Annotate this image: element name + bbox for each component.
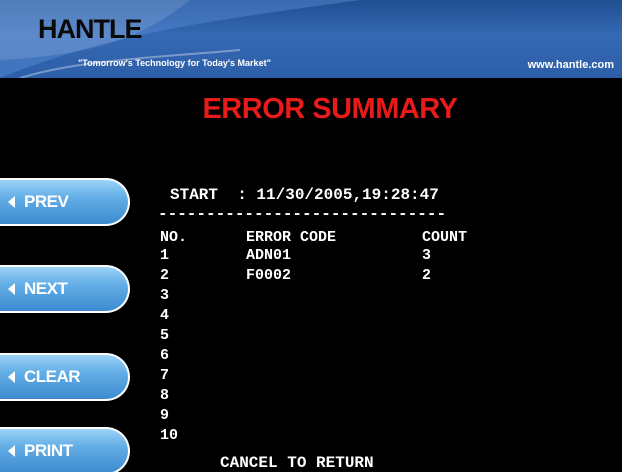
row-no: 7 bbox=[160, 367, 170, 384]
row-no: 10 bbox=[160, 427, 179, 444]
row-no: 4 bbox=[160, 307, 170, 324]
start-value: 11/30/2005,19:28:47 bbox=[256, 186, 439, 204]
report-divider: ------------------------------ bbox=[158, 205, 447, 223]
row-count: 3 bbox=[422, 247, 432, 264]
table-row: 8 bbox=[0, 387, 622, 406]
start-line: START : 11/30/2005,19:28:47 bbox=[170, 186, 439, 204]
row-no: 8 bbox=[160, 387, 170, 404]
row-no: 6 bbox=[160, 347, 170, 364]
arrow-left-icon bbox=[8, 196, 15, 208]
table-row: 5 bbox=[0, 327, 622, 346]
table-row: 7 bbox=[0, 367, 622, 386]
tagline: "Tomorrow's Technology for Today's Marke… bbox=[78, 58, 271, 68]
column-header-count: COUNT bbox=[422, 229, 468, 246]
table-row: 10 bbox=[0, 427, 622, 446]
row-no: 3 bbox=[160, 287, 170, 304]
table-row: 3 bbox=[0, 287, 622, 306]
header-banner: HANTLE "Tomorrow's Technology for Today'… bbox=[0, 0, 622, 78]
start-label: START bbox=[170, 186, 219, 204]
error-table: 1 ADN01 3 2 F0002 2 3 4 5 6 7 8 9 10 bbox=[0, 247, 622, 452]
row-no: 2 bbox=[160, 267, 170, 284]
table-row: 9 bbox=[0, 407, 622, 426]
table-row: 6 bbox=[0, 347, 622, 366]
prev-button-label: PREV bbox=[24, 192, 69, 211]
table-row: 4 bbox=[0, 307, 622, 326]
row-code: F0002 bbox=[246, 267, 292, 284]
table-row: 1 ADN01 3 bbox=[0, 247, 622, 266]
row-no: 5 bbox=[160, 327, 170, 344]
row-code: ADN01 bbox=[246, 247, 292, 264]
column-header-no: NO. bbox=[160, 229, 188, 246]
row-no: 9 bbox=[160, 407, 170, 424]
cancel-to-return-prompt: CANCEL TO RETURN bbox=[220, 454, 374, 472]
row-count: 2 bbox=[422, 267, 432, 284]
column-header-error-code: ERROR CODE bbox=[246, 229, 337, 246]
website-url: www.hantle.com bbox=[527, 59, 614, 71]
row-no: 1 bbox=[160, 247, 170, 264]
table-row: 2 F0002 2 bbox=[0, 267, 622, 286]
hantle-logo: HANTLE bbox=[38, 14, 142, 44]
prev-button[interactable]: PREV bbox=[0, 178, 130, 226]
page-title: ERROR SUMMARY bbox=[202, 93, 458, 125]
